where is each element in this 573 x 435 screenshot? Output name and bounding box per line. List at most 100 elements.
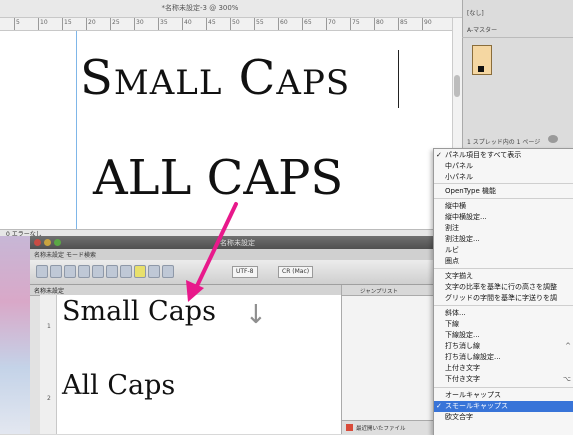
pages-panel-status: 1 スプレッド内の 1 ページ — [467, 139, 541, 146]
menu-item[interactable]: 縦中横 — [436, 201, 573, 212]
close-window-icon[interactable] — [34, 239, 41, 246]
ruler-tick — [182, 18, 183, 30]
checkmark-icon: ✓ — [436, 402, 442, 410]
ruler-tick — [254, 18, 255, 30]
menu-separator — [434, 268, 573, 269]
line-number-gutter — [40, 295, 57, 434]
all-caps-sample[interactable]: ALL CAPS — [93, 150, 343, 206]
menu-item-label: 縦中横 — [445, 202, 466, 210]
encoding-select[interactable]: UTF-8 — [232, 266, 258, 278]
menu-item[interactable]: ルビ — [436, 245, 573, 256]
print-icon[interactable] — [64, 265, 76, 278]
menu-separator — [434, 387, 573, 388]
document-tab[interactable]: 名称未設定 — [34, 286, 64, 295]
menu-item-label: OpenType 機能 — [445, 187, 496, 195]
search-icon[interactable] — [92, 265, 104, 278]
ruler-tick — [326, 18, 327, 30]
jump-list-panel — [342, 285, 433, 434]
ruler-number: 75 — [352, 19, 360, 26]
checkmark-icon: ✓ — [436, 151, 442, 159]
ruler-number: 60 — [280, 19, 288, 26]
recent-files-icon[interactable] — [346, 424, 353, 431]
save-icon[interactable] — [50, 265, 62, 278]
menu-item[interactable]: 打ち消し線設定... — [436, 352, 573, 363]
ruler-number: 55 — [256, 19, 264, 26]
ruler-tick — [230, 18, 231, 30]
menu-item-label: 下線 — [445, 320, 459, 328]
ruler-number: 50 — [232, 19, 240, 26]
menu-item[interactable]: オールキャップス — [436, 390, 573, 401]
menu-item[interactable]: 縦中横設定... — [436, 212, 573, 223]
scrollbar-thumb[interactable] — [454, 75, 460, 97]
ruler-tick — [278, 18, 279, 30]
menu-item-label: 文字揃え — [445, 272, 473, 280]
line-ending-select[interactable]: CR (Mac) — [278, 266, 314, 278]
menu-item[interactable]: ✓ スモールキャップス — [434, 401, 573, 412]
menu-item-label: 割注 — [445, 224, 459, 232]
horizontal-ruler[interactable]: 5 10 15 20 25 30 35 40 45 50 55 60 65 70 75 80 85 90 — [0, 18, 462, 31]
menu-item[interactable]: 文字揃え — [436, 271, 573, 282]
menu-item[interactable]: 上付き文字 — [436, 363, 573, 374]
ruler-number: 45 — [208, 19, 216, 26]
minimize-window-icon[interactable] — [44, 239, 51, 246]
pages-panel-none[interactable]: [なし] — [467, 8, 484, 17]
menu-item[interactable]: 文字の比率を基準に行の高さを調整 — [436, 282, 573, 293]
menu-item[interactable]: 欧文合字 — [436, 412, 573, 423]
window-icon[interactable] — [162, 265, 174, 278]
menu-item[interactable]: グリッドの字間を基準に字送りを調 — [436, 293, 573, 304]
new-file-icon[interactable] — [36, 265, 48, 278]
editor-line-all-caps[interactable]: All Caps — [62, 370, 175, 401]
find-next-icon[interactable] — [120, 265, 132, 278]
menu-item[interactable]: 中パネル — [436, 161, 573, 172]
replace-icon[interactable] — [106, 265, 118, 278]
line-end-arrow: ↓ — [245, 300, 267, 330]
small-caps-sample[interactable]: Small Caps — [80, 50, 350, 106]
ruler-number: 25 — [112, 19, 120, 26]
menu-item[interactable]: 打ち消し線 ^ — [436, 341, 573, 352]
ruler-tick — [302, 18, 303, 30]
recent-files-label[interactable]: 最近開いたファイル — [356, 424, 406, 432]
page-thumbnail-marker — [478, 66, 484, 72]
menu-mode[interactable]: モード — [66, 250, 84, 259]
menu-item-label: 欧文合字 — [445, 413, 473, 421]
menu-search[interactable]: 検索 — [84, 250, 96, 259]
ruler-tick — [62, 18, 63, 30]
menu-item[interactable]: 下付き文字 ⌥ — [436, 374, 573, 385]
ruler-tick — [110, 18, 111, 30]
text-tool-icon[interactable] — [148, 265, 160, 278]
ruler-number: 85 — [400, 19, 408, 26]
jump-list-label[interactable]: ジャンプリスト — [360, 287, 398, 295]
menu-item[interactable]: 圏点 — [436, 256, 573, 267]
menu-item[interactable]: 割注 — [436, 223, 573, 234]
menu-item-label: スモールキャップス — [445, 402, 508, 410]
editor-line-small-caps[interactable]: Small Caps — [62, 296, 216, 327]
menu-separator — [434, 198, 573, 199]
ruler-number: 20 — [88, 19, 96, 26]
top-window-title: *名称未設定-3 @ 300% — [161, 4, 239, 12]
menu-item-label: 斜体... — [445, 309, 466, 317]
menu-item[interactable]: 割注設定... — [436, 234, 573, 245]
undo-icon[interactable] — [78, 265, 90, 278]
menu-item[interactable]: 斜体... — [436, 308, 573, 319]
menu-item-label: ルビ — [445, 246, 459, 254]
menu-file[interactable]: 名称未設定 — [34, 250, 64, 259]
menu-item[interactable]: 小パネル — [436, 172, 573, 183]
zoom-window-icon[interactable] — [54, 239, 61, 246]
ruler-tick — [38, 18, 39, 30]
desktop-background — [0, 236, 30, 434]
menu-item[interactable]: 下線設定... — [436, 330, 573, 341]
line-number: 1 — [47, 323, 51, 330]
ruler-tick — [374, 18, 375, 30]
highlight-icon[interactable] — [134, 265, 146, 278]
ruler-number: 10 — [40, 19, 48, 26]
panel-options-icon[interactable] — [548, 135, 558, 143]
menu-item-label: 打ち消し線 — [445, 342, 480, 350]
menu-item-label: 圏点 — [445, 257, 459, 265]
menu-item[interactable]: ✓ パネル項目をすべて表示 — [436, 150, 573, 161]
pages-panel-master[interactable]: A-マスター — [467, 25, 497, 34]
menu-item-label: 上付き文字 — [445, 364, 480, 372]
menu-item-label: 下線設定... — [445, 331, 480, 339]
menu-item[interactable]: 下線 — [436, 319, 573, 330]
menu-item[interactable]: OpenType 機能 — [436, 186, 573, 197]
ruler-number: 70 — [328, 19, 336, 26]
